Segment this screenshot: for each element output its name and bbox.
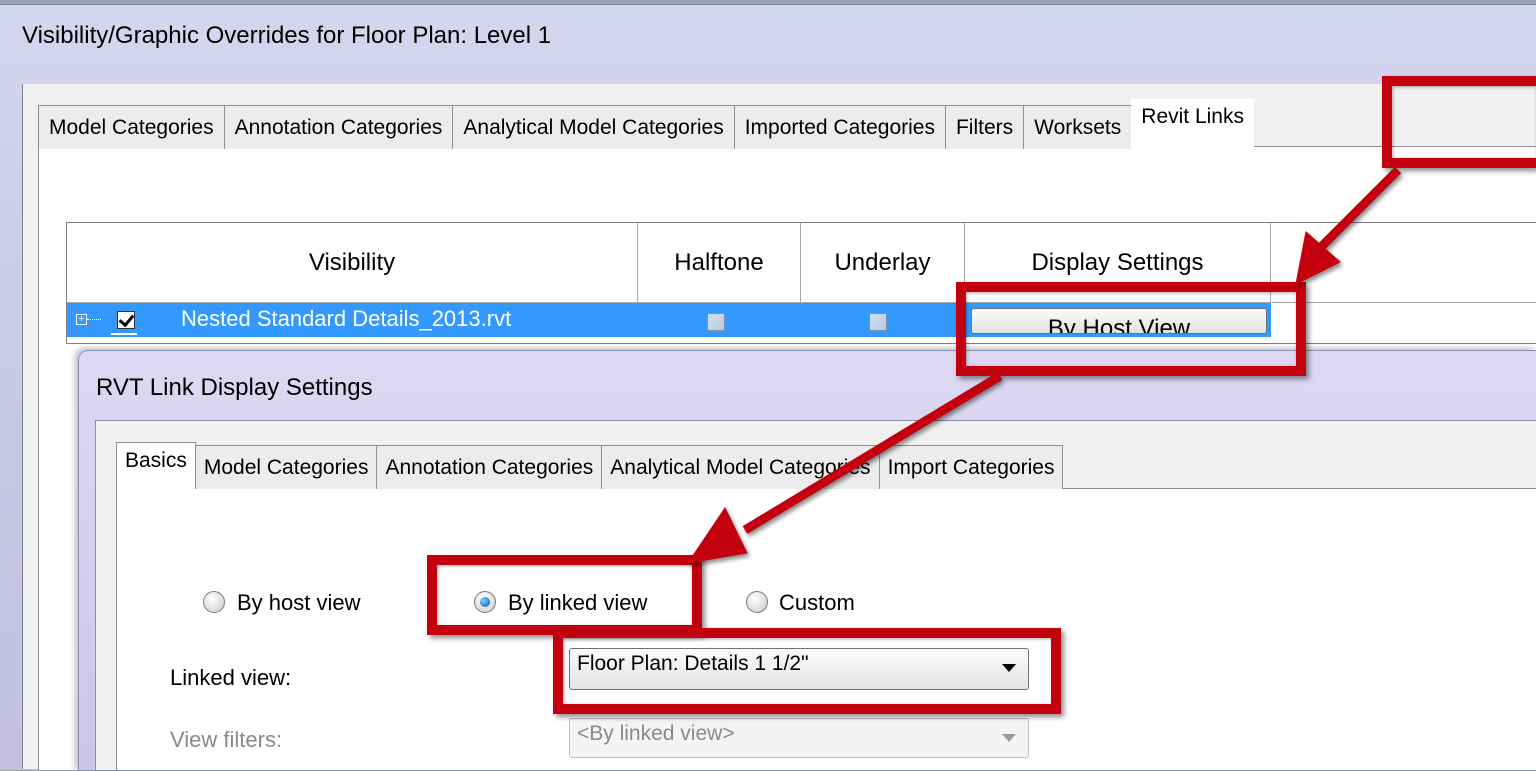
expand-icon[interactable]: +	[76, 314, 87, 325]
tab-annotation-categories-inner[interactable]: Annotation Categories	[376, 445, 603, 489]
view-filters-label: View filters:	[170, 727, 283, 752]
tab-worksets[interactable]: Worksets	[1023, 105, 1133, 149]
tab-model-categories-inner[interactable]: Model Categories	[194, 445, 378, 489]
tab-basics[interactable]: Basics	[116, 442, 196, 489]
radio-label-by-linked-view[interactable]: By linked view	[508, 590, 647, 616]
chevron-down-icon	[1002, 664, 1016, 672]
revit-links-table: Visibility Halftone Underlay Display Set…	[66, 222, 1536, 344]
view-filters-dropdown: <By linked view>	[569, 718, 1029, 758]
radio-label-custom[interactable]: Custom	[779, 590, 855, 616]
tree-connector	[87, 319, 101, 320]
column-header-display-settings[interactable]: Display Settings	[965, 223, 1271, 303]
radio-label-by-host-view[interactable]: By host view	[237, 590, 361, 616]
tab-analytical-model-categories[interactable]: Analytical Model Categories	[452, 105, 735, 149]
checkbox-focus-underline	[111, 333, 137, 335]
radio-by-host-view[interactable]	[203, 591, 225, 613]
radio-custom[interactable]	[746, 591, 768, 613]
table-row[interactable]: + Nested Standard Details_2013.rvt By Ho…	[67, 303, 1271, 337]
view-filters-value: <By linked view>	[577, 722, 735, 745]
linked-view-label: Linked view:	[170, 665, 292, 690]
tab-revit-links[interactable]: Revit Links	[1131, 99, 1254, 149]
radio-by-linked-view[interactable]	[474, 591, 496, 613]
column-header-halftone[interactable]: Halftone	[638, 223, 801, 303]
display-settings-button[interactable]: By Host View	[971, 308, 1267, 334]
tab-import-categories[interactable]: Import Categories	[878, 445, 1064, 489]
link-file-name: Nested Standard Details_2013.rvt	[181, 306, 512, 331]
visibility-checkbox[interactable]	[117, 311, 135, 329]
underlay-checkbox[interactable]	[869, 313, 887, 331]
outer-tab-strip: Model Categories Annotation Categories A…	[38, 99, 1254, 149]
column-header-underlay[interactable]: Underlay	[801, 223, 965, 303]
tab-annotation-categories[interactable]: Annotation Categories	[223, 105, 454, 149]
linked-view-dropdown[interactable]: Floor Plan: Details 1 1/2"	[569, 648, 1029, 690]
chevron-down-icon	[1002, 734, 1016, 742]
linked-view-value: Floor Plan: Details 1 1/2"	[577, 652, 809, 675]
inner-tab-strip: Basics Model Categories Annotation Categ…	[116, 442, 1064, 489]
halftone-checkbox[interactable]	[707, 313, 725, 331]
tab-analytical-model-categories-inner[interactable]: Analytical Model Categories	[601, 445, 880, 489]
outer-dialog-title: Visibility/Graphic Overrides for Floor P…	[22, 22, 552, 49]
tab-model-categories[interactable]: Model Categories	[38, 105, 225, 149]
column-header-empty	[1271, 223, 1536, 303]
tab-imported-categories[interactable]: Imported Categories	[733, 105, 946, 149]
inner-dialog-title: RVT Link Display Settings	[96, 374, 373, 401]
column-header-visibility[interactable]: Visibility	[67, 223, 638, 303]
tab-filters[interactable]: Filters	[944, 105, 1025, 149]
